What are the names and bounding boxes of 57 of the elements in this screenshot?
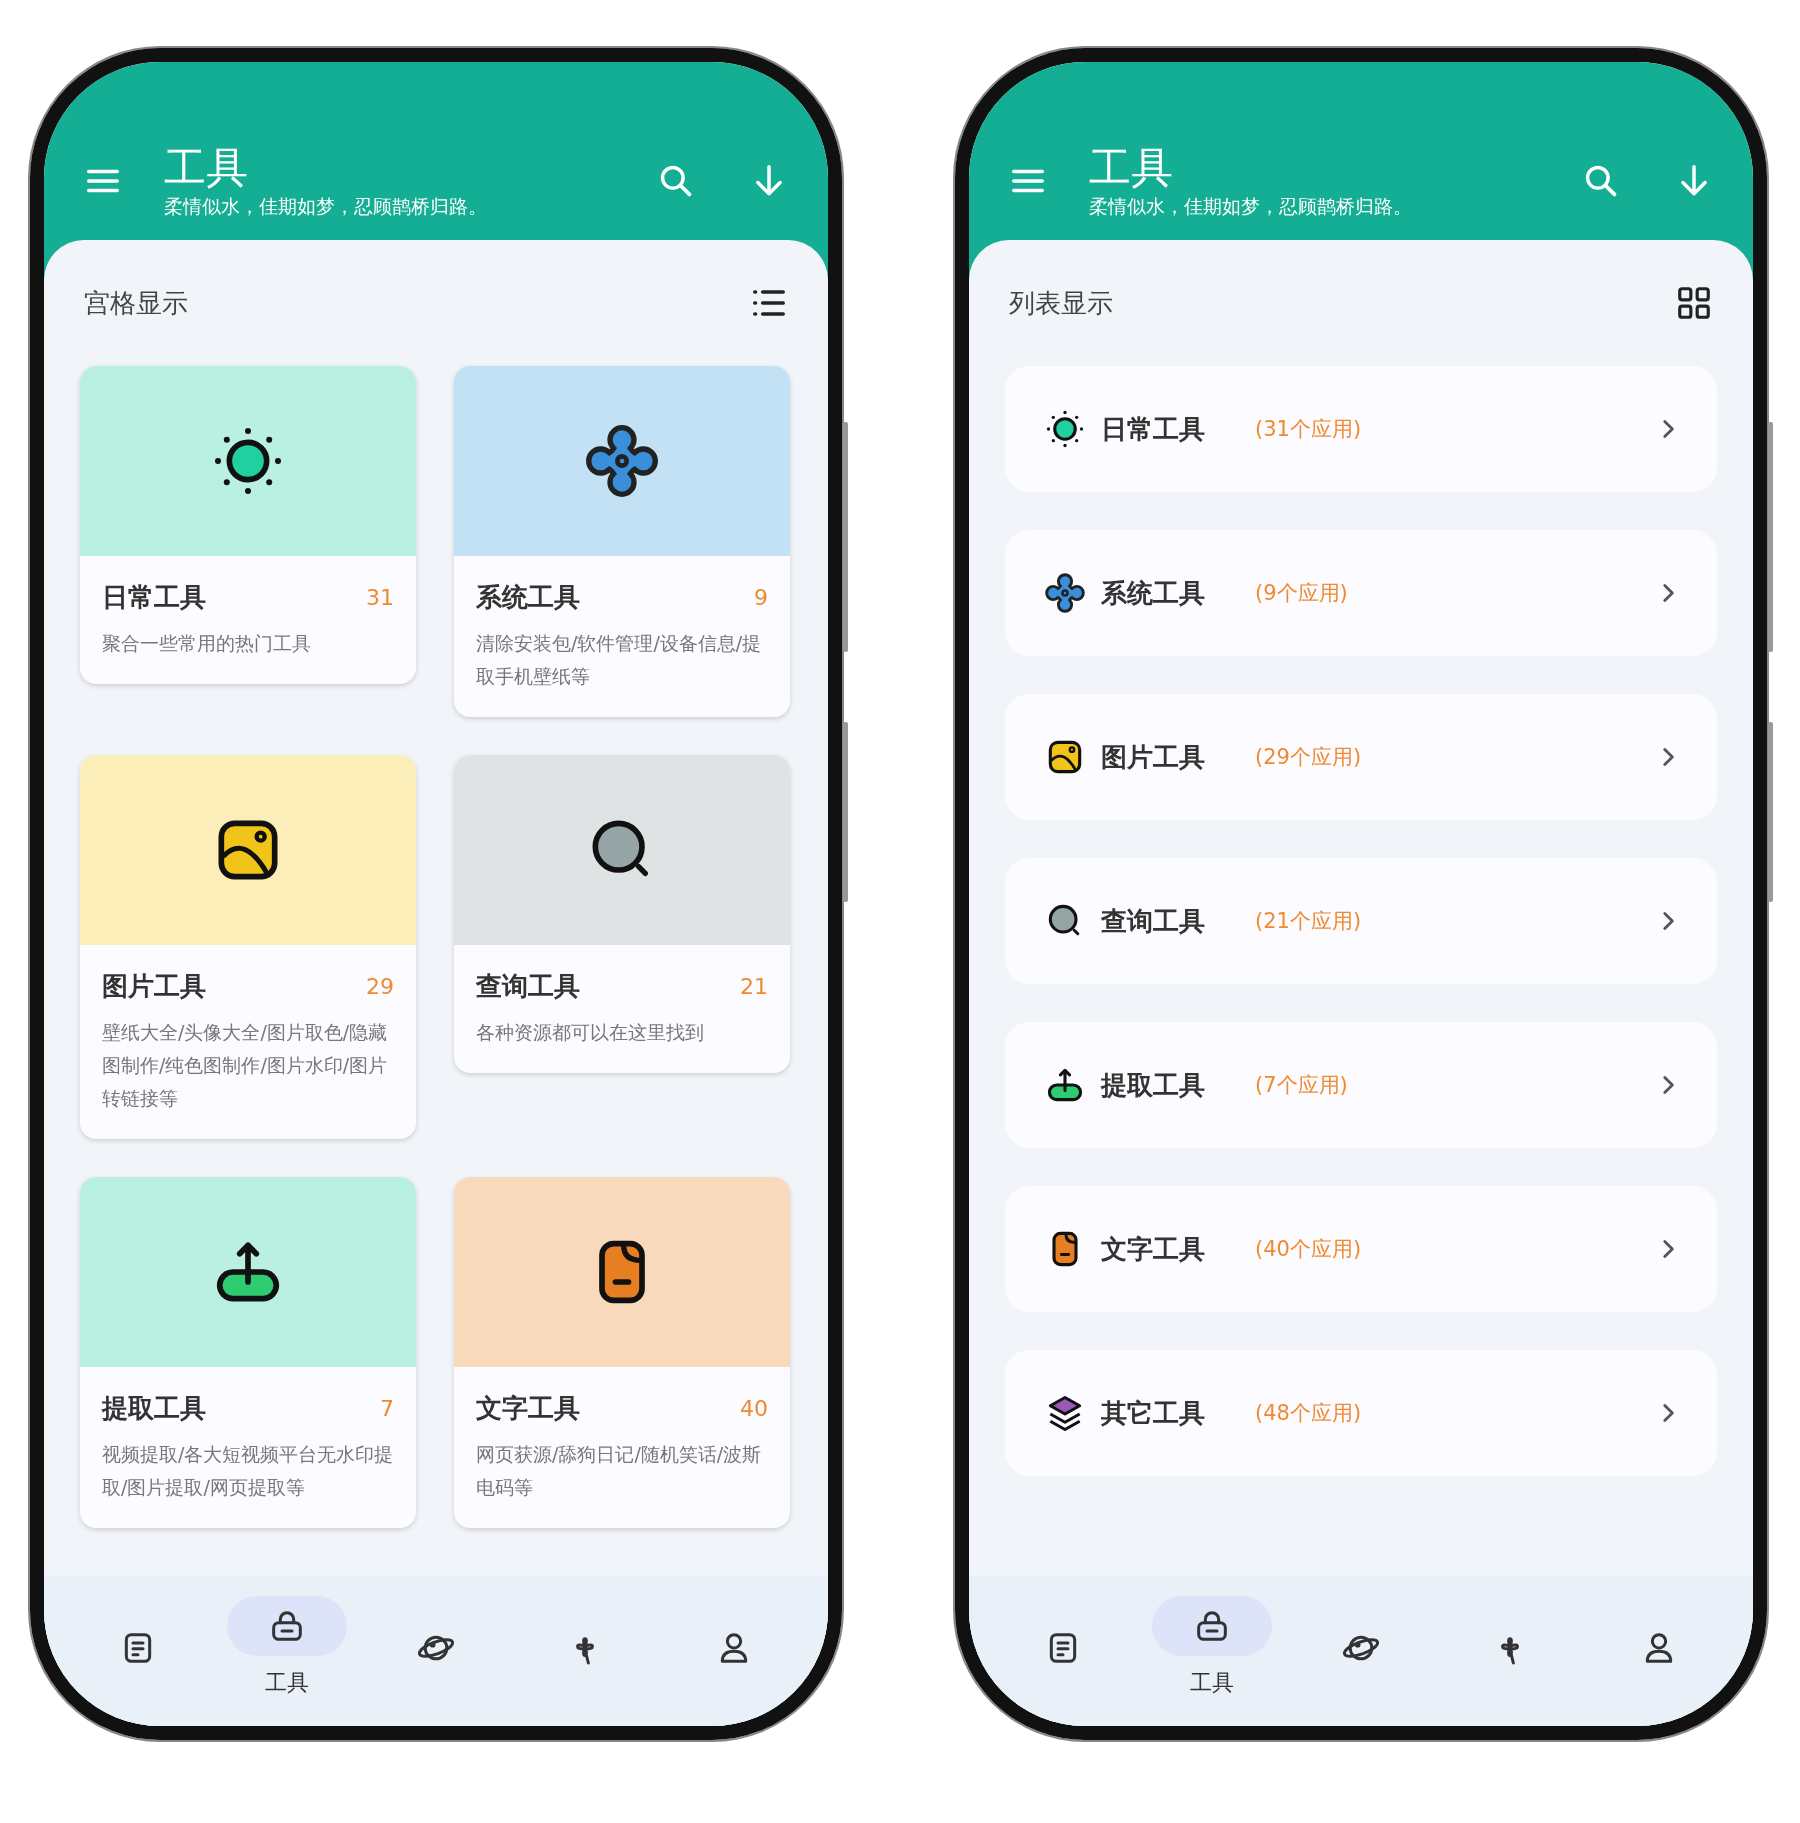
tool-card[interactable]: 查询工具 21 各种资源都可以在这里找到 — [454, 755, 790, 1073]
tool-name: 系统工具 — [476, 581, 580, 614]
app-subtitle: 柔情似水，佳期如梦，忍顾鹊桥归路。 — [164, 194, 488, 219]
tool-row[interactable]: 系统工具 (9个应用) — [1005, 530, 1717, 656]
tool-name: 查询工具 — [1101, 904, 1206, 938]
tool-name: 其它工具 — [1101, 1396, 1206, 1430]
tool-description: 视频提取/各大短视频平台无水印提取/图片提取/网页提取等 — [102, 1442, 394, 1500]
app-subtitle: 柔情似水，佳期如梦，忍顾鹊桥归路。 — [1089, 194, 1413, 219]
app-count: 7 — [380, 1396, 394, 1421]
tool-name: 提取工具 — [102, 1392, 206, 1425]
app-count: (9个应用) — [1255, 580, 1349, 607]
app-count: 31 — [366, 585, 394, 610]
tool-description: 聚合一些常用的热门工具 — [102, 631, 312, 656]
tool-card[interactable]: 系统工具 9 清除安装包/软件管理/设备信息/提取手机壁纸等 — [454, 366, 790, 717]
app-count: 9 — [754, 585, 768, 610]
tool-name: 日常工具 — [102, 581, 206, 614]
tool-name: 图片工具 — [102, 970, 206, 1003]
tool-name: 系统工具 — [1101, 576, 1206, 610]
app-title: 工具 — [1089, 143, 1174, 193]
app-count: (29个应用) — [1255, 744, 1363, 771]
grid-view-icon[interactable] — [1675, 284, 1713, 322]
tool-row[interactable]: 日常工具 (31个应用) — [1005, 366, 1717, 492]
tool-name: 文字工具 — [1101, 1232, 1206, 1266]
tool-row[interactable]: 查询工具 (21个应用) — [1005, 858, 1717, 984]
app-count: 40 — [740, 1396, 768, 1421]
section-title: 列表显示 — [1009, 286, 1113, 320]
app-title: 工具 — [164, 143, 249, 193]
tool-card[interactable]: 文字工具 40 网页获源/舔狗日记/随机笑话/波斯电码等 — [454, 1177, 790, 1528]
tool-row[interactable]: 其它工具 (48个应用) — [1005, 1350, 1717, 1476]
flower-icon — [1043, 571, 1087, 615]
section-title: 宫格显示 — [84, 286, 188, 320]
app-count: (31个应用) — [1255, 416, 1363, 443]
tool-name: 图片工具 — [1101, 740, 1206, 774]
nav-label: 工具 — [265, 1669, 310, 1697]
nav-tab[interactable]: 工具 — [1152, 1596, 1273, 1726]
tool-description: 壁纸大全/头像大全/图片取色/隐藏图制作/纯色图制作/图片水印/图片转链接等 — [102, 1020, 389, 1111]
app-count: (21个应用) — [1255, 908, 1363, 935]
app-count: (48个应用) — [1255, 1400, 1363, 1427]
tool-name: 提取工具 — [1101, 1068, 1206, 1102]
app-count: 21 — [740, 974, 768, 999]
tool-name: 文字工具 — [476, 1392, 580, 1425]
tool-name: 日常工具 — [1101, 412, 1206, 446]
app-count: (7个应用) — [1255, 1072, 1349, 1099]
tool-row[interactable]: 图片工具 (29个应用) — [1005, 694, 1717, 820]
app-count: (40个应用) — [1255, 1236, 1363, 1263]
nav-tab[interactable]: 工具 — [227, 1596, 348, 1726]
tool-card[interactable]: 提取工具 7 视频提取/各大短视频平台无水印提取/图片提取/网页提取等 — [80, 1177, 416, 1528]
tool-description: 网页获源/舔狗日记/随机笑话/波斯电码等 — [476, 1442, 763, 1500]
tool-row[interactable]: 提取工具 (7个应用) — [1005, 1022, 1717, 1148]
tool-card[interactable]: 图片工具 29 壁纸大全/头像大全/图片取色/隐藏图制作/纯色图制作/图片水印/图片转链接等 — [80, 755, 416, 1139]
tool-name: 查询工具 — [476, 970, 580, 1003]
tool-row[interactable]: 文字工具 (40个应用) — [1005, 1186, 1717, 1312]
tool-card[interactable]: 日常工具 31 聚合一些常用的热门工具 — [80, 366, 416, 684]
tool-description: 清除安装包/软件管理/设备信息/提取手机壁纸等 — [476, 631, 763, 689]
tool-description: 各种资源都可以在这里找到 — [476, 1020, 705, 1045]
nav-label: 工具 — [1190, 1669, 1235, 1697]
app-count: 29 — [366, 974, 394, 999]
